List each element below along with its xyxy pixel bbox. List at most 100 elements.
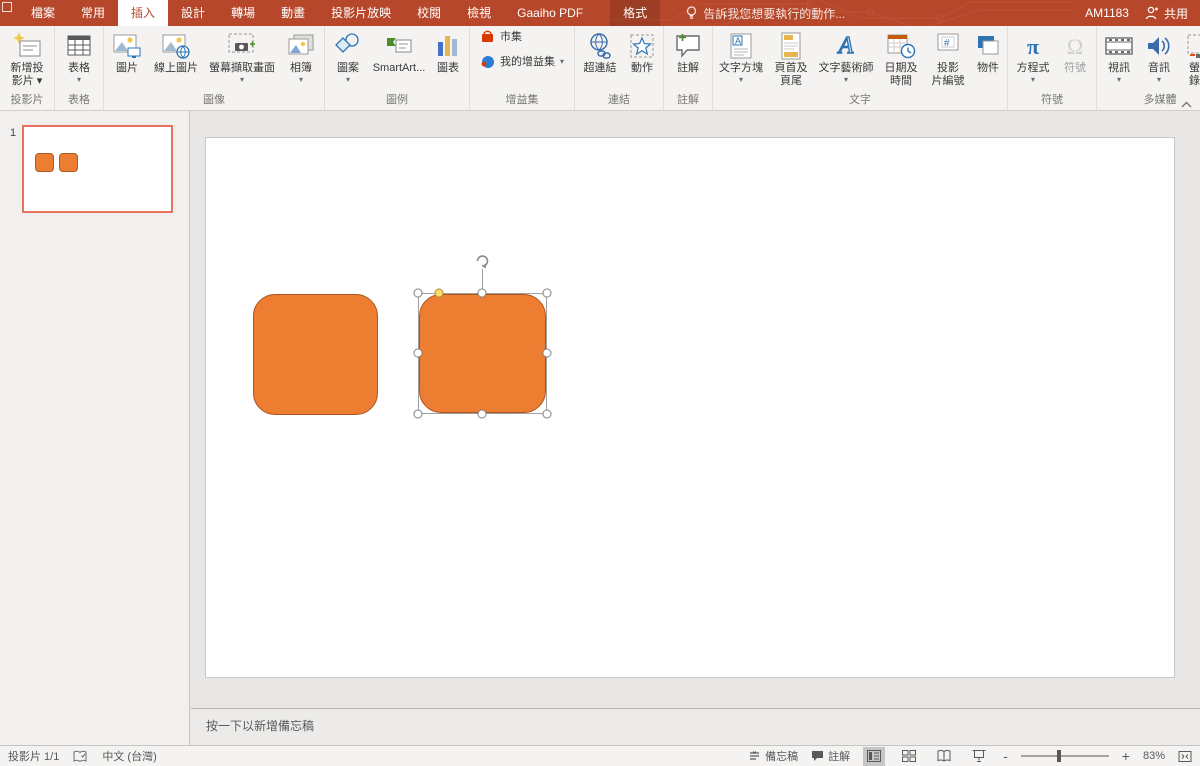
- tab-slideshow[interactable]: 投影片放映: [318, 0, 404, 26]
- tab-insert[interactable]: 插入: [118, 0, 168, 26]
- notes-toggle-button[interactable]: 備忘稿: [748, 748, 798, 764]
- share-button[interactable]: 共用: [1145, 5, 1188, 22]
- date-time-button[interactable]: 日期及 時間: [877, 28, 925, 88]
- store-button[interactable]: 市集: [480, 28, 564, 44]
- my-addins-icon: [480, 54, 495, 69]
- zoom-in-button[interactable]: +: [1122, 748, 1130, 764]
- tab-design[interactable]: 設計: [168, 0, 218, 26]
- table-button[interactable]: 表格 ▾: [57, 28, 101, 84]
- zoom-slider[interactable]: [1021, 755, 1109, 757]
- normal-view-button[interactable]: [863, 747, 885, 766]
- titlebar: 檔案 常用 插入 設計 轉場 動畫 投影片放映 校閱 檢視 Gaaiho PDF…: [0, 0, 1200, 26]
- equation-button[interactable]: π 方程式 ▾: [1010, 28, 1056, 84]
- resize-handle-bottom-left[interactable]: [414, 410, 423, 419]
- shapes-button[interactable]: 圖案 ▾: [327, 28, 369, 84]
- window-corner-icon[interactable]: [2, 2, 12, 12]
- chart-button[interactable]: 圖表: [429, 28, 467, 75]
- titlebar-right: AM1183 共用: [1085, 0, 1200, 26]
- slide-thumbnail-panel: 1: [0, 111, 190, 745]
- resize-handle-bottom-center[interactable]: [478, 410, 487, 419]
- fit-to-window-button[interactable]: [1178, 750, 1192, 763]
- comment-icon: [674, 30, 702, 62]
- group-comments: 註解 註解: [664, 26, 713, 110]
- collapse-ribbon-button[interactable]: [1181, 101, 1192, 108]
- dropdown-caret: ▾: [844, 75, 848, 84]
- comments-toggle-button[interactable]: 註解: [811, 748, 850, 764]
- group-media: 視訊 ▾ 音訊 ▾: [1097, 26, 1200, 110]
- group-label-symbols: 符號: [1010, 90, 1094, 110]
- online-pictures-label: 線上圖片: [154, 62, 198, 75]
- store-icon: [480, 29, 495, 44]
- language-indicator[interactable]: 中文 (台灣): [102, 748, 156, 764]
- slide-sorter-view-button[interactable]: [898, 747, 920, 766]
- header-footer-button[interactable]: 頁首及 頁尾: [767, 28, 815, 88]
- action-button[interactable]: 動作: [623, 28, 661, 75]
- resize-handle-middle-left[interactable]: [414, 349, 423, 358]
- hyperlink-button[interactable]: 超連結: [577, 28, 623, 75]
- tab-home[interactable]: 常用: [68, 0, 118, 26]
- screenshot-button[interactable]: 螢幕擷取畫面 ▾: [204, 28, 280, 84]
- date-time-icon: [886, 30, 916, 62]
- tab-transitions[interactable]: 轉場: [218, 0, 268, 26]
- slide-number-button[interactable]: # 投影 片編號: [925, 28, 971, 88]
- normal-view-icon: [867, 750, 881, 762]
- pictures-button[interactable]: 圖片: [106, 28, 148, 75]
- video-button[interactable]: 視訊 ▾: [1099, 28, 1139, 84]
- person-icon: [1145, 6, 1159, 20]
- group-addins: 市集 我的增益集 ▾ 增益集: [470, 26, 575, 110]
- group-label-images: 圖像: [106, 90, 322, 110]
- smartart-icon: [384, 30, 414, 62]
- header-footer-label: 頁首及 頁尾: [775, 62, 808, 88]
- resize-handle-bottom-right[interactable]: [543, 410, 552, 419]
- resize-handle-top-left[interactable]: [414, 289, 423, 298]
- slide-thumbnail-1[interactable]: [22, 125, 173, 213]
- screen-recording-button[interactable]: 螢幕 錄製: [1179, 28, 1200, 88]
- equation-pi-icon: π: [1027, 30, 1039, 62]
- new-slide-button[interactable]: 新增投 影片 ▾: [2, 28, 52, 88]
- resize-handle-top-right[interactable]: [543, 289, 552, 298]
- audio-label: 音訊: [1148, 62, 1170, 75]
- zoom-slider-thumb[interactable]: [1057, 750, 1061, 762]
- rounded-rectangle-shape-2-selected[interactable]: [419, 294, 546, 413]
- smartart-button[interactable]: SmartArt...: [369, 28, 429, 75]
- dropdown-caret: ▾: [346, 75, 350, 84]
- audio-button[interactable]: 音訊 ▾: [1139, 28, 1179, 84]
- proofing-button[interactable]: [73, 750, 88, 763]
- username: AM1183: [1085, 6, 1129, 20]
- group-label-links: 連結: [577, 90, 661, 110]
- rounded-rectangle-shape-1[interactable]: [253, 294, 378, 415]
- photo-album-button[interactable]: 相簿 ▾: [280, 28, 322, 84]
- comment-button[interactable]: 註解: [666, 28, 710, 75]
- chart-label: 圖表: [437, 62, 459, 75]
- online-pictures-button[interactable]: 線上圖片: [148, 28, 204, 75]
- tab-format-contextual[interactable]: 格式: [610, 0, 660, 26]
- share-label: 共用: [1164, 5, 1188, 22]
- zoom-level[interactable]: 83%: [1143, 750, 1165, 762]
- tab-view[interactable]: 檢視: [454, 0, 504, 26]
- tab-gaaiho-pdf[interactable]: Gaaiho PDF: [504, 0, 596, 26]
- smartart-label: SmartArt...: [373, 62, 426, 75]
- resize-handle-middle-right[interactable]: [543, 349, 552, 358]
- zoom-out-button[interactable]: -: [1003, 748, 1008, 764]
- notes-pane[interactable]: 按一下以新增備忘稿: [191, 708, 1200, 745]
- audio-icon: [1145, 30, 1173, 62]
- adjustment-handle-corner-radius[interactable]: [435, 289, 444, 298]
- dropdown-caret: ▾: [1157, 75, 1161, 84]
- textbox-button[interactable]: A 文字方塊 ▾: [715, 28, 767, 84]
- tab-animations[interactable]: 動畫: [268, 0, 318, 26]
- chart-icon: [435, 30, 461, 62]
- tab-file[interactable]: 檔案: [18, 0, 68, 26]
- rotation-handle[interactable]: [473, 252, 491, 270]
- reading-view-button[interactable]: [933, 747, 955, 766]
- object-button[interactable]: 物件: [971, 28, 1005, 75]
- wordart-button[interactable]: A 文字藝術師 ▾: [815, 28, 877, 84]
- slideshow-view-button[interactable]: [968, 747, 990, 766]
- thumbnail-shape-2: [59, 153, 78, 172]
- resize-handle-top-center[interactable]: [478, 289, 487, 298]
- tell-me-box[interactable]: 告訴我您想要執行的動作...: [686, 0, 845, 26]
- tab-review[interactable]: 校閱: [404, 0, 454, 26]
- group-label-slides: 投影片: [2, 90, 52, 110]
- table-icon: [65, 30, 93, 62]
- dropdown-caret: ▾: [299, 75, 303, 84]
- my-addins-button[interactable]: 我的增益集 ▾: [480, 53, 564, 69]
